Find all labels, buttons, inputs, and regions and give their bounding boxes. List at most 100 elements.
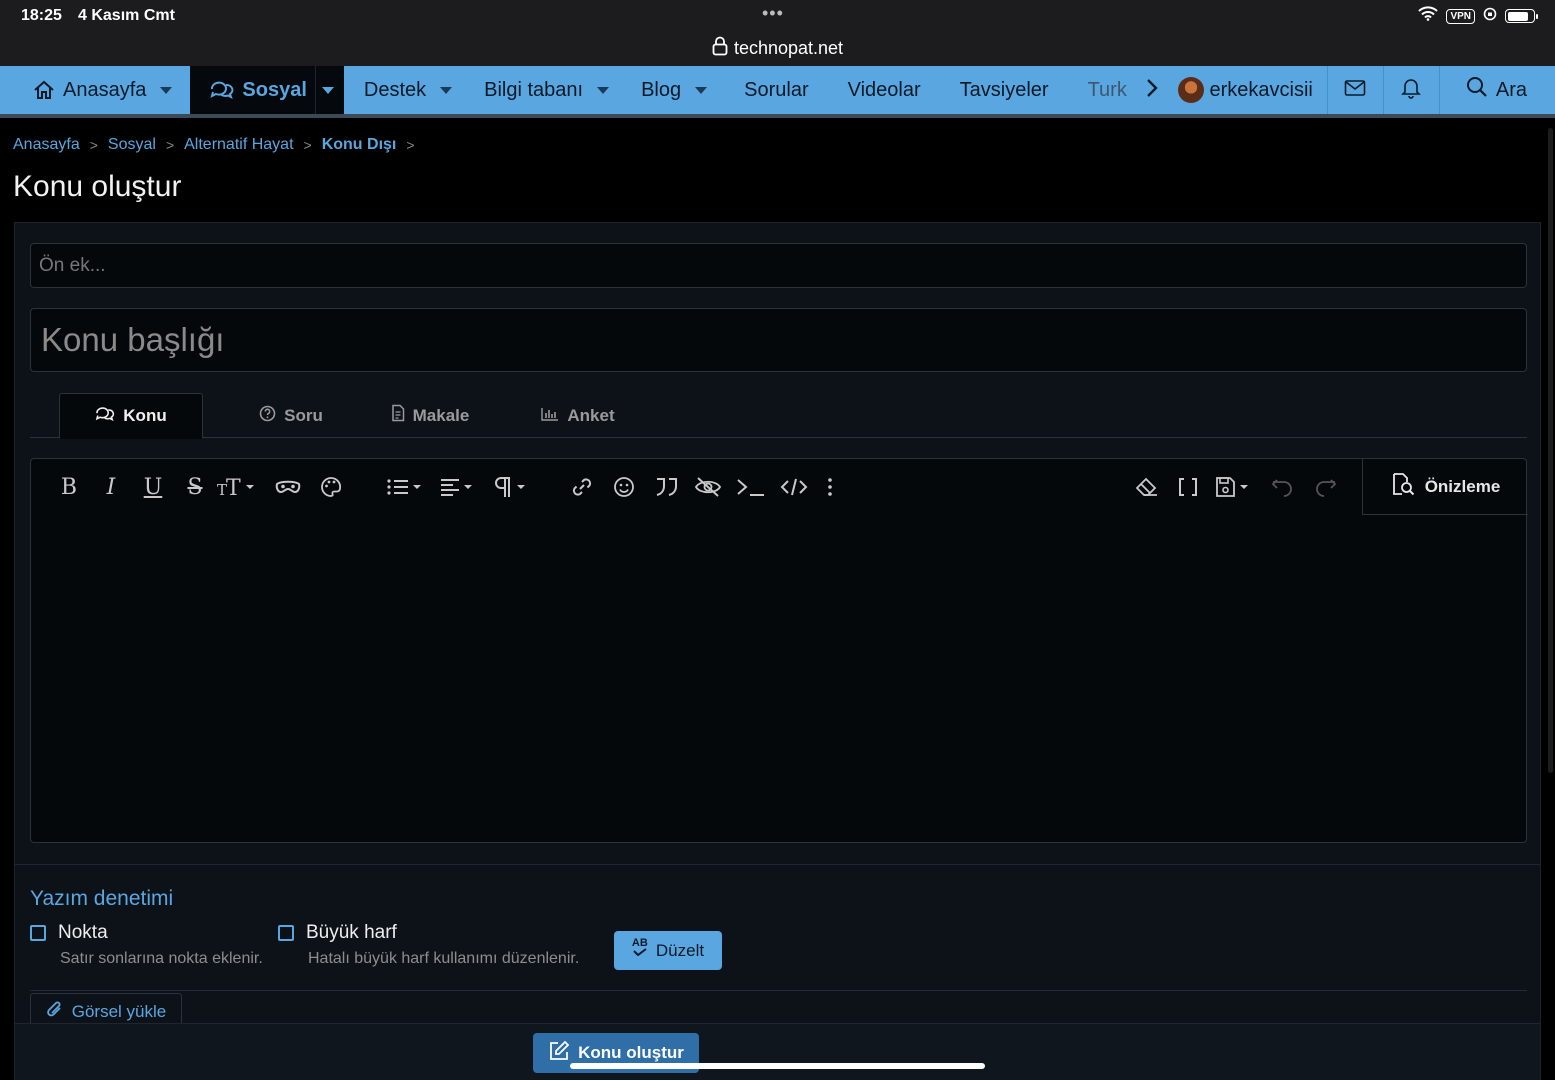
more-options-icon[interactable]: [824, 473, 836, 501]
breadcrumb-current[interactable]: Konu Dışı: [322, 136, 397, 154]
inbox-button[interactable]: [1326, 66, 1383, 114]
tab-label: Anket: [567, 405, 615, 425]
chat-bubbles-icon: [210, 80, 234, 100]
link-icon[interactable]: [570, 473, 594, 501]
nav-item-blog[interactable]: Blog: [621, 66, 719, 114]
chevron-down-icon[interactable]: [440, 86, 453, 94]
fix-button[interactable]: AB Düzelt: [614, 931, 722, 970]
spellcheck-title: Yazım denetimi: [30, 887, 174, 910]
address-bar[interactable]: technopat.net: [0, 36, 1555, 61]
preview-button[interactable]: Önizleme: [1362, 459, 1528, 515]
tab-poll[interactable]: Anket: [518, 393, 638, 438]
rich-text-editor[interactable]: B I U S TT Önizleme: [30, 458, 1528, 843]
list-icon[interactable]: [386, 473, 426, 501]
browser-status-bar: 18:25 4 Kasım Cmt ••• technopat.net VPN: [0, 0, 1555, 66]
checkbox-label: Nokta: [58, 922, 108, 943]
checkbox-box[interactable]: [278, 925, 294, 941]
capital-letter-checkbox[interactable]: Büyük harf: [278, 922, 397, 944]
form-footer: Konu oluştur: [15, 1023, 1540, 1080]
nav-item-recommendations[interactable]: Tavsiyeler: [933, 66, 1061, 114]
tab-label: Soru: [284, 405, 323, 425]
status-date: 4 Kasım Cmt: [78, 7, 175, 24]
envelope-icon: [1344, 79, 1366, 102]
brackets-icon[interactable]: [1177, 473, 1199, 501]
page-scrollbar[interactable]: [1548, 128, 1553, 773]
period-checkbox[interactable]: Nokta: [30, 922, 108, 944]
search-icon: [1466, 76, 1488, 104]
orientation-lock-icon: [1483, 7, 1497, 26]
vpn-badge: VPN: [1446, 8, 1475, 24]
text-size-icon[interactable]: TT: [217, 473, 257, 501]
home-icon: [33, 80, 55, 100]
nav-label: Sosyal: [242, 78, 307, 101]
edit-pen-icon: [548, 1040, 570, 1067]
spellcheck-icon: AB: [632, 937, 648, 958]
eraser-icon[interactable]: [1135, 473, 1159, 501]
quote-icon[interactable]: [653, 473, 681, 501]
italic-icon[interactable]: I: [101, 473, 121, 501]
redo-icon[interactable]: [1313, 473, 1337, 501]
paragraph-icon[interactable]: [492, 473, 530, 501]
strikethrough-icon[interactable]: S: [185, 473, 205, 501]
lock-icon: [712, 36, 728, 61]
divider: [15, 864, 1540, 865]
breadcrumb: Anasayfa > Sosyal > Alternatif Hayat > K…: [13, 136, 425, 154]
align-icon[interactable]: [440, 473, 480, 501]
nav-label: Bilgi tabanı: [484, 78, 584, 101]
nav-item-social[interactable]: Sosyal: [190, 66, 344, 114]
chevron-right-icon: >: [89, 137, 98, 153]
palette-icon[interactable]: [319, 473, 343, 501]
editor-toolbar: B I U S TT Önizleme: [31, 459, 1528, 515]
alerts-button[interactable]: [1382, 66, 1439, 114]
spoiler-mask-icon[interactable]: [274, 473, 302, 501]
checkbox-box[interactable]: [30, 925, 46, 941]
thread-title-input[interactable]: Konu başlığı: [30, 308, 1527, 372]
bell-icon: [1401, 77, 1422, 104]
nav-item-home[interactable]: Anasayfa: [0, 66, 184, 114]
more-dots-icon[interactable]: •••: [762, 3, 784, 24]
breadcrumb-link-social[interactable]: Sosyal: [108, 136, 156, 154]
terminal-icon[interactable]: [736, 473, 766, 501]
nav-item-support[interactable]: Destek: [344, 66, 464, 114]
search-label: Ara: [1495, 78, 1527, 101]
nav-item-knowledge-base[interactable]: Bilgi tabanı: [464, 66, 621, 114]
nav-item-videos[interactable]: Videolar: [821, 66, 933, 114]
chevron-down-icon: [321, 86, 334, 94]
upload-label: Görsel yükle: [71, 1001, 167, 1021]
smiley-icon[interactable]: [612, 473, 636, 501]
main-nav: Anasayfa Sosyal Destek Bilgi tabanı Blog…: [0, 66, 1555, 118]
wifi-icon: [1418, 6, 1439, 26]
prefix-select[interactable]: Ön ek...: [30, 243, 1527, 288]
search-button[interactable]: Ara: [1438, 66, 1555, 114]
nav-dropdown-toggle[interactable]: [314, 66, 334, 114]
nav-item-turk[interactable]: Turk: [1061, 66, 1139, 114]
tab-label: Makale: [412, 405, 470, 425]
period-hint: Satır sonlarına nokta eklenir.: [60, 950, 263, 967]
underline-icon[interactable]: U: [143, 473, 163, 501]
code-icon[interactable]: [780, 473, 808, 501]
undo-icon[interactable]: [1271, 473, 1295, 501]
nav-item-questions[interactable]: Sorular: [719, 66, 820, 114]
breadcrumb-link-home[interactable]: Anasayfa: [13, 136, 80, 154]
nav-label: Turk: [1087, 78, 1127, 101]
chevron-down-icon[interactable]: [695, 86, 708, 94]
home-indicator: [570, 1063, 985, 1069]
tab-label: Konu: [123, 406, 167, 425]
save-draft-icon[interactable]: [1215, 473, 1253, 501]
tab-question[interactable]: Soru: [232, 393, 350, 438]
user-menu[interactable]: erkekavcisii: [1163, 66, 1327, 114]
breadcrumb-link-alt-life[interactable]: Alternatif Hayat: [184, 136, 293, 154]
chevron-down-icon[interactable]: [160, 86, 173, 94]
avatar: [1177, 77, 1204, 103]
status-time: 18:25: [21, 7, 62, 24]
tab-article[interactable]: Makale: [370, 393, 490, 438]
hide-eye-icon[interactable]: [694, 473, 722, 501]
nav-account-area: erkekavcisii Ara: [1163, 66, 1555, 114]
chevron-down-icon[interactable]: [597, 86, 610, 94]
thread-type-tabs: Konu Soru Makale Anket: [30, 393, 1527, 439]
url-text: technopat.net: [733, 38, 844, 58]
preview-document-icon: [1391, 472, 1415, 501]
bold-icon[interactable]: B: [59, 473, 79, 501]
tab-thread[interactable]: Konu: [59, 393, 203, 439]
nav-label: Videolar: [847, 78, 921, 101]
